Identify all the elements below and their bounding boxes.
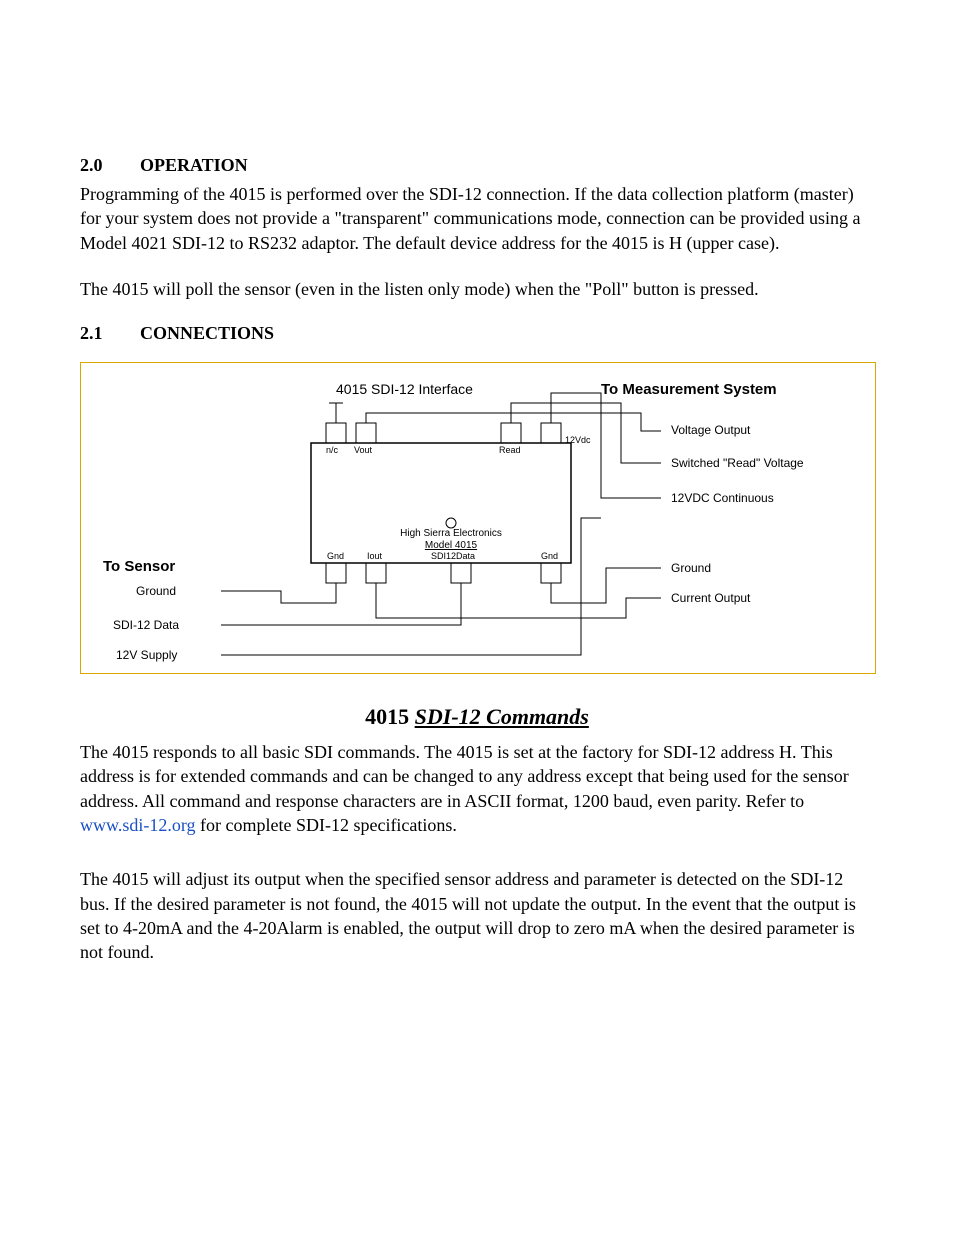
- term-gnd-right: Gnd: [541, 551, 558, 561]
- label-voltage-output: Voltage Output: [671, 423, 750, 437]
- section-number: 2.0: [80, 155, 140, 176]
- diagram-title-right: To Measurement System: [601, 381, 777, 398]
- label-ground-right: Ground: [671, 561, 711, 575]
- label-current-output: Current Output: [671, 591, 750, 605]
- paragraph-2-0-a: Programming of the 4015 is performed ove…: [80, 182, 874, 255]
- term-12vdc: 12Vdc: [565, 435, 591, 445]
- diagram-svg: [81, 363, 875, 673]
- commands-title-bold: 4015: [365, 704, 409, 729]
- diagram-title-left: 4015 SDI-12 Interface: [336, 381, 473, 397]
- label-switched-read-voltage: Switched "Read" Voltage: [671, 456, 804, 470]
- term-iout: Iout: [367, 551, 382, 561]
- section-title: CONNECTIONS: [140, 323, 274, 343]
- label-12vdc-continuous: 12VDC Continuous: [671, 491, 774, 505]
- commands-title-italic: SDI-12 Commands: [415, 704, 589, 729]
- section-number: 2.1: [80, 323, 140, 344]
- label-sdi12-data: SDI-12 Data: [113, 618, 179, 632]
- paragraph-2-0-b: The 4015 will poll the sensor (even in t…: [80, 277, 874, 301]
- device-line-2: Model 4015: [386, 540, 516, 551]
- document-page: 2.0OPERATION Programming of the 4015 is …: [0, 0, 954, 1075]
- term-gnd-left: Gnd: [327, 551, 344, 561]
- term-read: Read: [499, 445, 521, 455]
- commands-p1: The 4015 responds to all basic SDI comma…: [80, 740, 874, 837]
- term-nc: n/c: [326, 445, 338, 455]
- commands-p1-c: for complete SDI-12 specifications.: [196, 815, 457, 835]
- commands-p1-a: The 4015 responds to all basic SDI comma…: [80, 742, 849, 811]
- commands-p2: The 4015 will adjust its output when the…: [80, 867, 874, 964]
- label-to-sensor: To Sensor: [103, 558, 175, 575]
- commands-title: 4015 SDI-12 Commands: [80, 704, 874, 730]
- term-sdi12data: SDI12Data: [431, 551, 475, 561]
- connection-diagram: 4015 SDI-12 Interface To Measurement Sys…: [80, 362, 876, 674]
- section-2-0-heading: 2.0OPERATION: [80, 155, 874, 176]
- label-ground-left: Ground: [136, 584, 176, 598]
- section-title: OPERATION: [140, 155, 248, 175]
- sdi12-link[interactable]: www.sdi-12.org: [80, 815, 196, 835]
- label-12v-supply: 12V Supply: [116, 648, 177, 662]
- commands-p1-b: . Refer to: [737, 791, 804, 811]
- device-line-1: High Sierra Electronics: [386, 528, 516, 539]
- term-vout: Vout: [354, 445, 372, 455]
- section-2-1-heading: 2.1CONNECTIONS: [80, 323, 874, 344]
